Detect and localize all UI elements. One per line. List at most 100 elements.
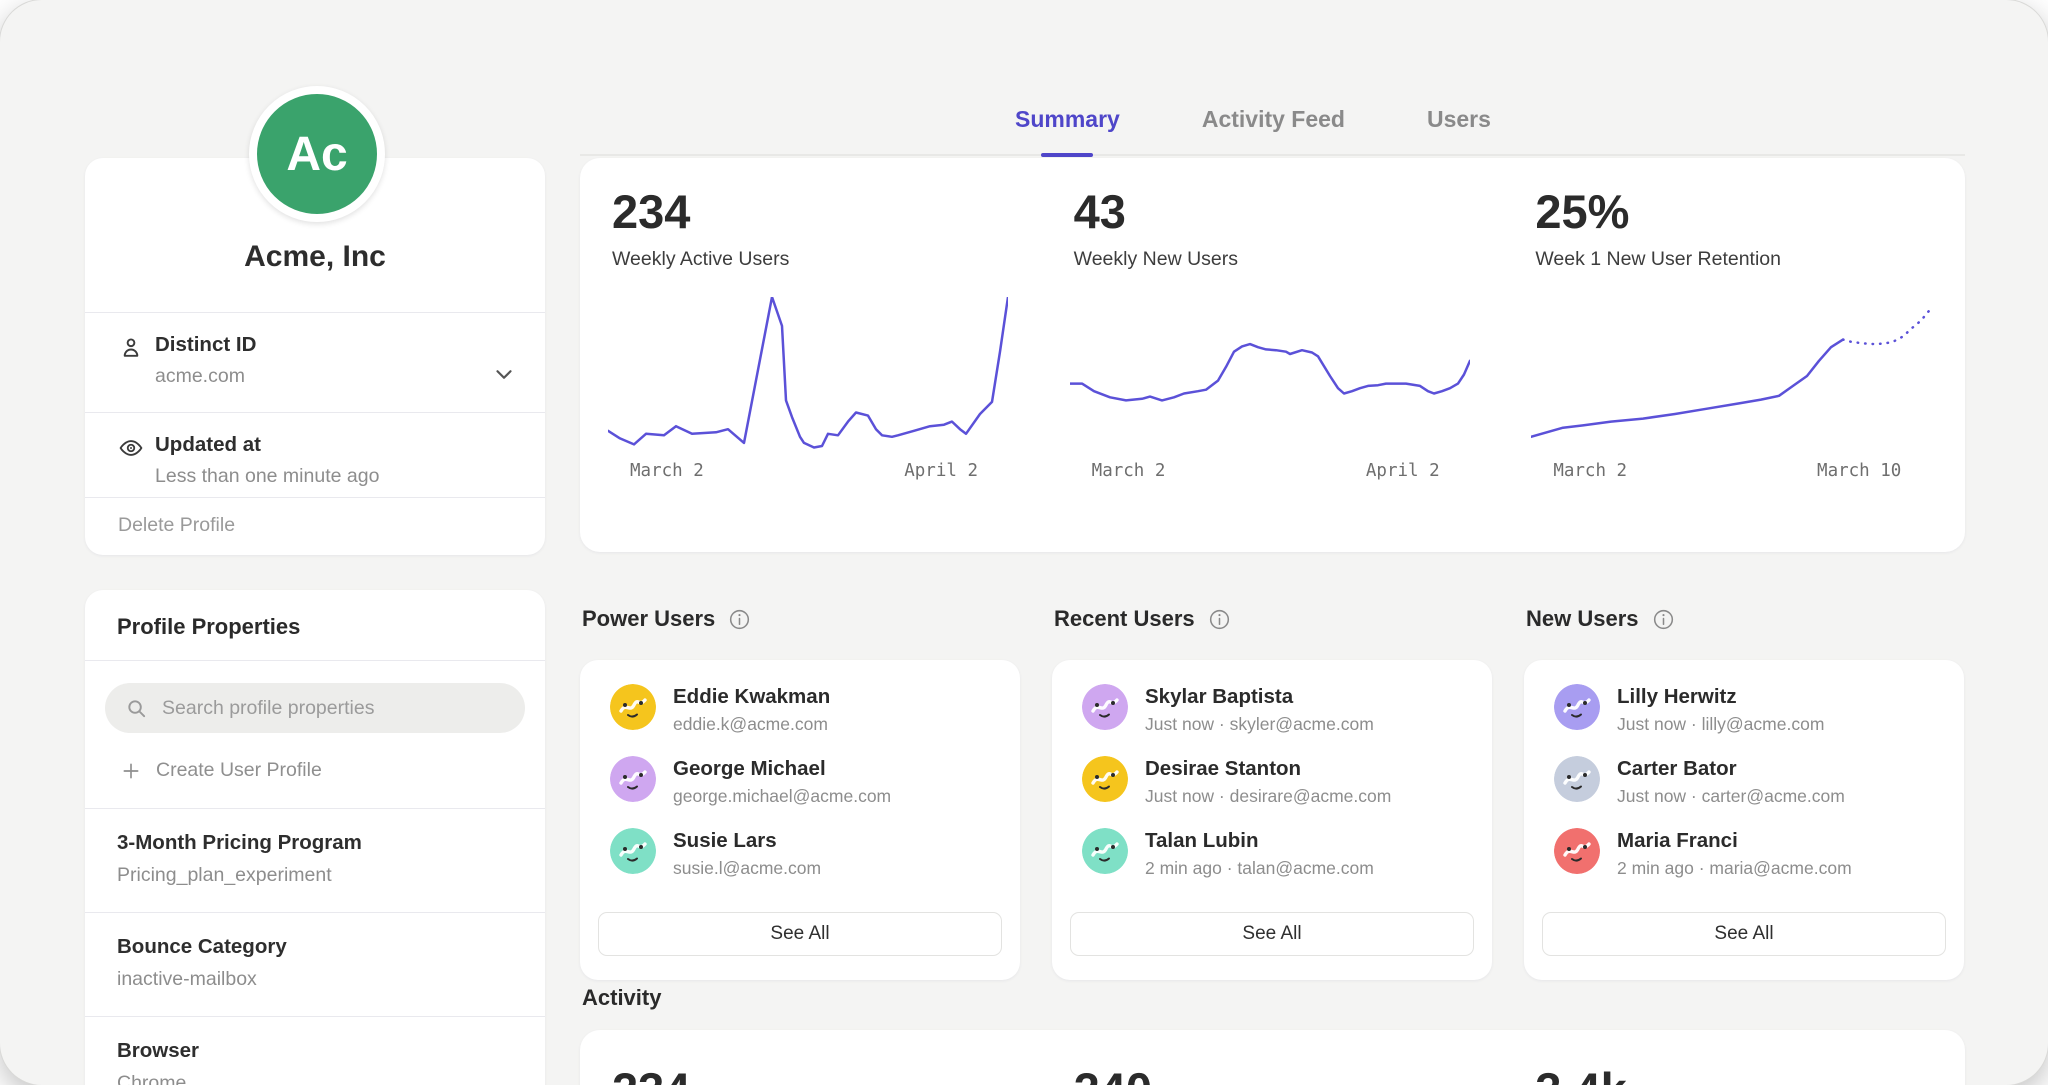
see-all-button[interactable]: See All xyxy=(1542,912,1946,956)
tab-users[interactable]: Users xyxy=(1427,84,1491,154)
user-row[interactable]: Susie Lars susie.l@acme.com xyxy=(610,828,1020,879)
user-name: Carter Bator xyxy=(1617,757,1845,781)
user-avatar xyxy=(1554,828,1600,874)
updated-at-label: Updated at xyxy=(155,433,515,457)
see-all-button[interactable]: See All xyxy=(1070,912,1474,956)
property-value: Chrome xyxy=(117,1072,513,1085)
user-avatar xyxy=(1554,756,1600,802)
property-value: inactive-mailbox xyxy=(117,968,513,991)
property-value: Pricing_plan_experiment xyxy=(117,864,513,887)
distinct-id-label: Distinct ID xyxy=(155,333,515,357)
user-subtext: 2 min ago · talan@acme.com xyxy=(1145,858,1374,879)
info-icon[interactable] xyxy=(1652,608,1675,631)
user-row[interactable]: Maria Franci 2 min ago · maria@acme.com xyxy=(1554,828,1964,879)
power-users-section: Power Users Eddie Kwakman eddie.k@acme. xyxy=(580,606,1020,980)
distinct-id-value: acme.com xyxy=(155,365,515,388)
recent-users-section: Recent Users Skylar Baptista Just now · xyxy=(1052,606,1492,980)
company-avatar: Ac xyxy=(249,86,385,222)
user-subtext: susie.l@acme.com xyxy=(673,858,821,879)
line-chart-week1-retention xyxy=(1531,297,1931,449)
search-icon xyxy=(125,697,148,720)
distinct-id-row: Distinct ID acme.com xyxy=(85,313,545,412)
user-avatar xyxy=(1082,828,1128,874)
user-name: Eddie Kwakman xyxy=(673,685,830,709)
new-users-section: New Users Lilly Herwitz Just now · lill xyxy=(1524,606,1964,980)
user-avatar xyxy=(610,828,656,874)
x-axis-ticks: March 2 April 2 xyxy=(612,461,1012,481)
user-row[interactable]: Lilly Herwitz Just now · lilly@acme.com xyxy=(1554,684,1964,735)
property-row[interactable]: Bounce Category inactive-mailbox xyxy=(85,913,545,1016)
summary-stats-card: 234 Weekly Active Users March 2 April 2 … xyxy=(580,158,1965,552)
person-icon xyxy=(118,335,144,361)
tab-summary-label: Summary xyxy=(1015,106,1120,133)
user-subtext: Just now · lilly@acme.com xyxy=(1617,714,1824,735)
section-title: Recent Users xyxy=(1054,606,1195,632)
user-name: Lilly Herwitz xyxy=(1617,685,1824,709)
tab-users-label: Users xyxy=(1427,106,1491,133)
search-input[interactable] xyxy=(162,697,505,720)
stat-label: Weekly Active Users xyxy=(612,248,1042,271)
chevron-down-icon[interactable] xyxy=(491,361,517,387)
company-avatar-initials: Ac xyxy=(286,127,347,182)
stat-label: Weekly New Users xyxy=(1074,248,1504,271)
user-row[interactable]: Desirae Stanton Just now · desirare@acme… xyxy=(1082,756,1492,807)
user-subtext: george.michael@acme.com xyxy=(673,786,891,807)
x-tick: March 2 xyxy=(1092,461,1166,481)
x-axis-ticks: March 2 March 10 xyxy=(1535,461,1935,481)
user-subtext: Just now · desirare@acme.com xyxy=(1145,786,1391,807)
info-icon[interactable] xyxy=(1208,608,1231,631)
power-users-card: Eddie Kwakman eddie.k@acme.com George Mi… xyxy=(580,660,1020,980)
eye-icon xyxy=(118,435,144,461)
activity-stat-value: 234 xyxy=(580,1066,1042,1085)
section-header: New Users xyxy=(1526,606,1964,632)
user-name: Desirae Stanton xyxy=(1145,757,1391,781)
x-tick: April 2 xyxy=(1366,461,1440,481)
updated-at-row: Updated at Less than one minute ago xyxy=(85,413,545,497)
user-avatar xyxy=(610,684,656,730)
x-tick: March 10 xyxy=(1817,461,1901,481)
section-title: Power Users xyxy=(582,606,715,632)
property-name: Bounce Category xyxy=(117,935,513,959)
create-user-profile-button[interactable]: Create User Profile xyxy=(121,759,545,782)
stat-value: 43 xyxy=(1074,188,1504,235)
property-row[interactable]: Browser Chrome xyxy=(85,1017,545,1085)
user-subtext: Just now · carter@acme.com xyxy=(1617,786,1845,807)
x-tick: April 2 xyxy=(904,461,978,481)
x-tick: March 2 xyxy=(630,461,704,481)
user-name: Susie Lars xyxy=(673,829,821,853)
user-avatar xyxy=(610,756,656,802)
user-avatar xyxy=(1082,684,1128,730)
updated-at-value: Less than one minute ago xyxy=(155,465,515,488)
tab-bar: Summary Activity Feed Users xyxy=(580,84,1965,156)
user-name: Skylar Baptista xyxy=(1145,685,1374,709)
user-subtext: 2 min ago · maria@acme.com xyxy=(1617,858,1852,879)
tab-activity-feed-label: Activity Feed xyxy=(1202,106,1345,133)
search-box[interactable] xyxy=(105,683,525,733)
search-wrap xyxy=(85,661,545,733)
activity-stat-value: 240 xyxy=(1042,1066,1504,1085)
user-row[interactable]: Eddie Kwakman eddie.k@acme.com xyxy=(610,684,1020,735)
user-row[interactable]: Talan Lubin 2 min ago · talan@acme.com xyxy=(1082,828,1492,879)
stat-value: 25% xyxy=(1535,188,1965,235)
user-sections: Power Users Eddie Kwakman eddie.k@acme. xyxy=(580,606,1964,980)
user-row[interactable]: George Michael george.michael@acme.com xyxy=(610,756,1020,807)
user-row[interactable]: Carter Bator Just now · carter@acme.com xyxy=(1554,756,1964,807)
stat-week1-retention: 25% Week 1 New User Retention March 2 Ma… xyxy=(1503,158,1965,552)
tab-activity-feed[interactable]: Activity Feed xyxy=(1202,84,1345,154)
delete-profile-button[interactable]: Delete Profile xyxy=(85,498,545,553)
section-header: Recent Users xyxy=(1054,606,1492,632)
see-all-button[interactable]: See All xyxy=(598,912,1002,956)
summary-grid: 234 Weekly Active Users March 2 April 2 … xyxy=(580,158,1965,552)
user-subtext: Just now · skyler@acme.com xyxy=(1145,714,1374,735)
activity-section-title: Activity xyxy=(582,985,661,1011)
tab-summary[interactable]: Summary xyxy=(1015,84,1120,154)
user-name: Talan Lubin xyxy=(1145,829,1374,853)
property-row[interactable]: 3-Month Pricing Program Pricing_plan_exp… xyxy=(85,809,545,912)
activity-stat-value: 3.4k xyxy=(1503,1066,1965,1085)
line-chart-weekly-active-users xyxy=(608,297,1008,449)
company-name: Acme, Inc xyxy=(244,240,386,274)
info-icon[interactable] xyxy=(728,608,751,631)
section-title: New Users xyxy=(1526,606,1639,632)
stat-label: Week 1 New User Retention xyxy=(1535,248,1965,271)
user-row[interactable]: Skylar Baptista Just now · skyler@acme.c… xyxy=(1082,684,1492,735)
